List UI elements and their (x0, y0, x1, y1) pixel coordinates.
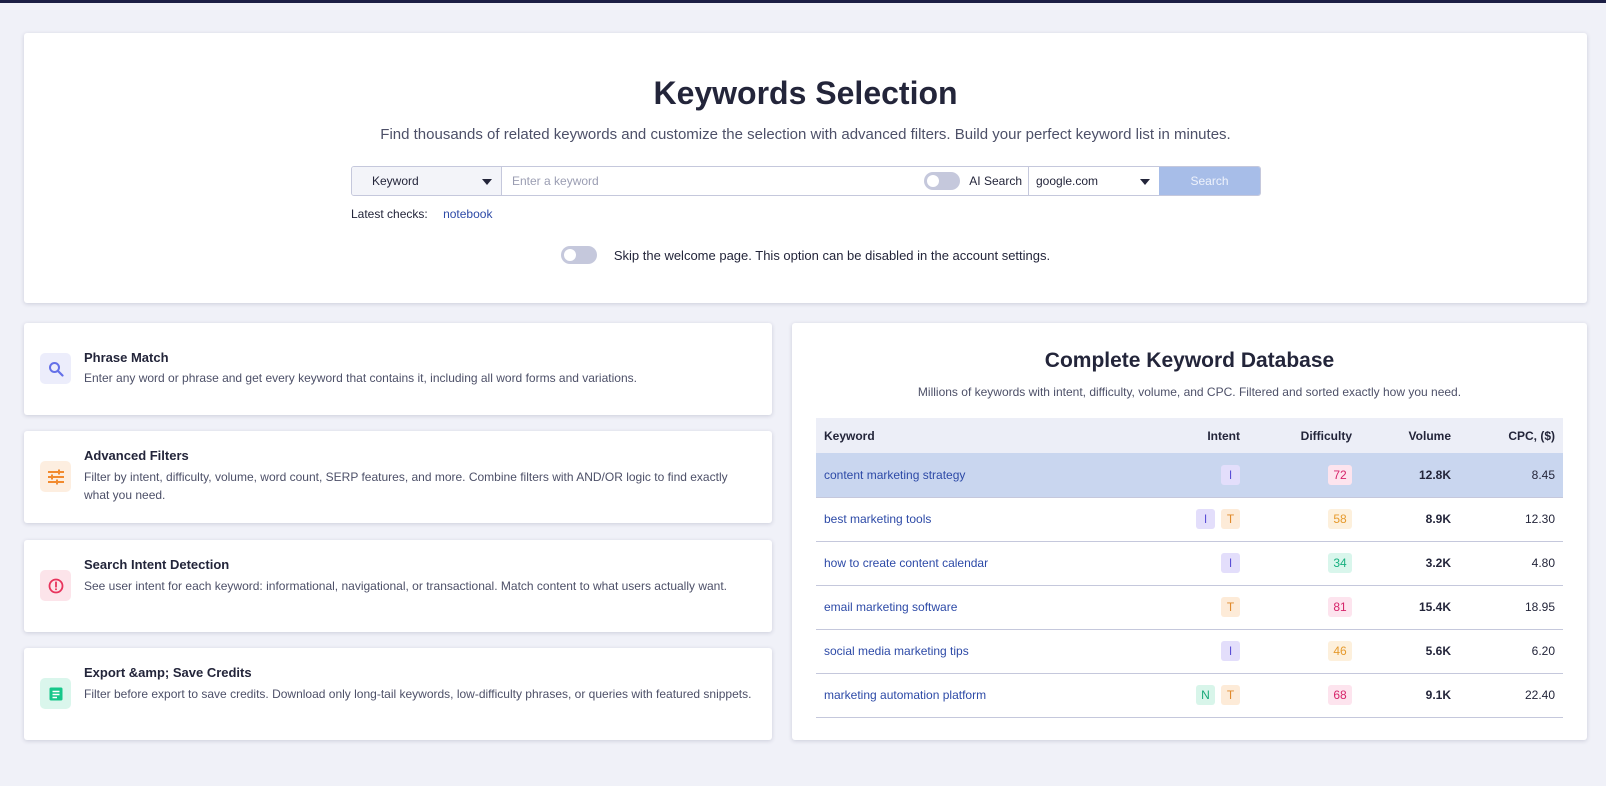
keyword-link[interactable]: email marketing software (816, 585, 1166, 630)
difficulty-cell: 58 (1248, 497, 1360, 542)
table-row[interactable]: content marketing strategy I 72 12.8K 8.45 (816, 453, 1563, 498)
keyword-link[interactable]: best marketing tools (816, 497, 1166, 542)
keyword-database-card: Complete Keyword Database Millions of ke… (792, 323, 1587, 740)
table-row[interactable]: marketing automation platform N T 68 9.1K 22.… (816, 673, 1563, 718)
top-accent-bar (0, 0, 1606, 3)
feature-card-advanced-filters: Advanced Filters Filter by intent, diffi… (24, 431, 772, 523)
keyword-search-panel: Keywords Selection Find thousands of rel… (24, 33, 1587, 303)
intent-badge: T (1221, 685, 1240, 705)
feature-card-search-intent: Search Intent Detection See user intent … (24, 540, 772, 632)
search-bar: Keyword AI Search google.com Search (351, 166, 1261, 196)
keyword-table: Keyword Intent Difficulty Volume CPC, ($… (816, 418, 1563, 718)
difficulty-badge: 81 (1328, 597, 1352, 617)
volume-cell: 9.1K (1360, 673, 1459, 718)
search-icon (40, 353, 71, 384)
feature-title: Advanced Filters (84, 448, 189, 463)
search-button[interactable]: Search (1159, 167, 1260, 195)
keyword-input[interactable] (502, 167, 925, 195)
difficulty-badge: 72 (1328, 464, 1352, 485)
intent-badge: I (1221, 464, 1240, 485)
intent-cell: I (1166, 629, 1248, 674)
intent-badge: N (1196, 685, 1215, 705)
volume-cell: 12.8K (1360, 453, 1459, 498)
column-header-difficulty[interactable]: Difficulty (1248, 418, 1360, 453)
search-mode-value: Keyword (372, 174, 419, 188)
alert-circle-icon (40, 570, 71, 601)
feature-description: Enter any word or phrase and get every k… (84, 371, 637, 385)
cpc-cell: 22.40 (1459, 673, 1563, 718)
feature-title: Phrase Match (84, 350, 169, 365)
feature-title: Export &amp; Save Credits (84, 665, 252, 680)
ai-search-label: AI Search (969, 174, 1022, 188)
column-header-keyword[interactable]: Keyword (816, 418, 1166, 453)
cpc-cell: 12.30 (1459, 497, 1563, 542)
difficulty-cell: 68 (1248, 673, 1360, 718)
database-subtitle: Millions of keywords with intent, diffic… (917, 385, 1462, 399)
latest-check-link[interactable]: notebook (443, 207, 492, 221)
skip-welcome-row: Skip the welcome page. This option can b… (24, 246, 1587, 264)
table-row[interactable]: social media marketing tips I 46 5.6K 6.20 (816, 629, 1563, 674)
intent-cell: NT (1166, 673, 1248, 718)
feature-title: Search Intent Detection (84, 557, 230, 572)
column-header-volume[interactable]: Volume (1360, 418, 1459, 453)
intent-cell: I (1166, 453, 1248, 498)
keyword-link[interactable]: marketing automation platform (816, 673, 1166, 718)
difficulty-cell: 81 (1248, 585, 1360, 630)
feature-description: See user intent for each keyword: inform… (84, 579, 728, 593)
keyword-link[interactable]: content marketing strategy (816, 453, 1166, 498)
feature-description: Filter before export to save credits. Do… (84, 687, 752, 701)
search-engine-value: google.com (1036, 174, 1099, 188)
difficulty-badge: 58 (1328, 509, 1352, 529)
keyword-link[interactable]: social media marketing tips (816, 629, 1166, 674)
cpc-cell: 8.45 (1459, 453, 1563, 498)
column-header-cpc[interactable]: CPC, ($) (1459, 418, 1563, 453)
chevron-down-icon (482, 179, 492, 185)
page-title: Keywords Selection (653, 75, 958, 111)
search-mode-select[interactable]: Keyword (352, 167, 502, 195)
latest-checks: Latest checks: notebook (351, 207, 492, 221)
table-row[interactable]: how to create content calendar I 34 3.2K 4.8… (816, 541, 1563, 586)
volume-cell: 15.4K (1360, 585, 1459, 630)
difficulty-badge: 68 (1328, 685, 1352, 705)
table-header-row: Keyword Intent Difficulty Volume CPC, ($… (816, 418, 1563, 453)
column-header-intent[interactable]: Intent (1166, 418, 1248, 453)
feature-card-phrase-match: Phrase Match Enter any word or phrase an… (24, 323, 772, 415)
intent-badge: I (1221, 641, 1240, 661)
document-icon (40, 678, 71, 709)
difficulty-badge: 46 (1328, 641, 1352, 661)
latest-checks-label: Latest checks: (351, 207, 428, 221)
skip-welcome-label: Skip the welcome page. This option can b… (613, 247, 1051, 263)
table-row[interactable]: email marketing software T 81 15.4K 18.95 (816, 585, 1563, 630)
volume-cell: 5.6K (1360, 629, 1459, 674)
page-subtitle: Find thousands of related keywords and c… (380, 126, 1231, 143)
intent-badge: T (1221, 597, 1240, 617)
database-title: Complete Keyword Database (1044, 349, 1335, 372)
difficulty-cell: 72 (1248, 453, 1360, 498)
intent-badge: I (1196, 509, 1215, 529)
difficulty-cell: 34 (1248, 541, 1360, 586)
intent-badge: I (1221, 553, 1240, 573)
table-row[interactable]: best marketing tools I T 58 8.9K 12.30 (816, 497, 1563, 542)
ai-search-control: AI Search (924, 167, 1029, 195)
skip-welcome-toggle[interactable] (560, 246, 597, 264)
intent-badge: T (1221, 509, 1240, 529)
cpc-cell: 4.80 (1459, 541, 1563, 586)
search-engine-select[interactable]: google.com (1029, 167, 1159, 195)
feature-card-export: Export &amp; Save Credits Filter before … (24, 648, 772, 740)
sliders-icon (40, 461, 71, 492)
volume-cell: 8.9K (1360, 497, 1459, 542)
chevron-down-icon (1140, 179, 1150, 185)
cpc-cell: 18.95 (1459, 585, 1563, 630)
difficulty-cell: 46 (1248, 629, 1360, 674)
intent-cell: IT (1166, 497, 1248, 542)
cpc-cell: 6.20 (1459, 629, 1563, 674)
intent-cell: I (1166, 541, 1248, 586)
feature-description: Filter by intent, difficulty, volume, wo… (84, 470, 728, 502)
difficulty-badge: 34 (1328, 553, 1352, 573)
volume-cell: 3.2K (1360, 541, 1459, 586)
ai-search-toggle[interactable] (924, 172, 961, 190)
intent-cell: T (1166, 585, 1248, 630)
keyword-link[interactable]: how to create content calendar (816, 541, 1166, 586)
